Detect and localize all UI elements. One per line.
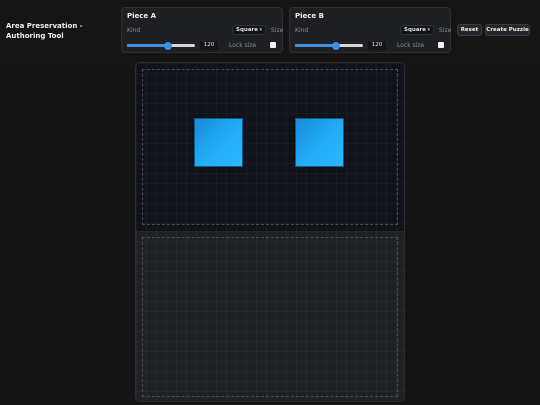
piece-b-lock-label: Lock size bbox=[397, 42, 425, 49]
piece-b-kind-value: Square bbox=[404, 27, 426, 33]
piece-b-lock-checkbox[interactable] bbox=[438, 42, 444, 48]
piece-b-title: Piece B bbox=[295, 12, 324, 20]
piece-b-size-slider[interactable] bbox=[295, 41, 363, 50]
source-zone-outline bbox=[142, 69, 398, 225]
reset-button[interactable]: Reset bbox=[457, 24, 482, 36]
piece-b-kind-select[interactable]: Square ▾ bbox=[400, 25, 434, 35]
piece-a-panel: Piece A Kind Square ▾ Size 120 Lock size bbox=[121, 7, 283, 53]
top-toolbar: Area Preservation - Authoring Tool Piece… bbox=[0, 0, 540, 58]
piece-b-slider-fill bbox=[295, 44, 336, 47]
piece-a-kind-value: Square bbox=[236, 27, 258, 33]
piece-a-slider-thumb[interactable] bbox=[163, 41, 172, 50]
source-zone bbox=[136, 63, 404, 231]
chevron-down-icon: ▾ bbox=[259, 27, 262, 33]
piece-b-size-value[interactable]: 120 bbox=[368, 41, 386, 50]
piece-a-title: Piece A bbox=[127, 12, 157, 20]
piece-b-size-label: Size bbox=[439, 27, 452, 34]
piece-a-size-slider[interactable] bbox=[127, 41, 195, 50]
piece-b-shape[interactable] bbox=[295, 118, 344, 167]
piece-a-shape[interactable] bbox=[194, 118, 243, 167]
app-title: Area Preservation - Authoring Tool bbox=[6, 22, 83, 40]
piece-a-size-value[interactable]: 120 bbox=[200, 41, 218, 50]
create-puzzle-button[interactable]: Create Puzzle bbox=[485, 24, 530, 36]
target-zone-outline bbox=[142, 237, 398, 397]
piece-a-kind-select[interactable]: Square ▾ bbox=[232, 25, 266, 35]
piece-a-lock-checkbox[interactable] bbox=[270, 42, 276, 48]
target-zone bbox=[136, 231, 404, 401]
piece-a-lock-label: Lock size bbox=[229, 42, 257, 49]
piece-a-kind-label: Kind bbox=[127, 27, 141, 34]
piece-b-kind-label: Kind bbox=[295, 27, 309, 34]
piece-b-panel: Piece B Kind Square ▾ Size 120 Lock size bbox=[289, 7, 451, 53]
piece-b-slider-thumb[interactable] bbox=[331, 41, 340, 50]
chevron-down-icon: ▾ bbox=[427, 27, 430, 33]
piece-a-size-label: Size bbox=[271, 27, 284, 34]
puzzle-canvas bbox=[135, 62, 405, 402]
piece-a-slider-fill bbox=[127, 44, 168, 47]
